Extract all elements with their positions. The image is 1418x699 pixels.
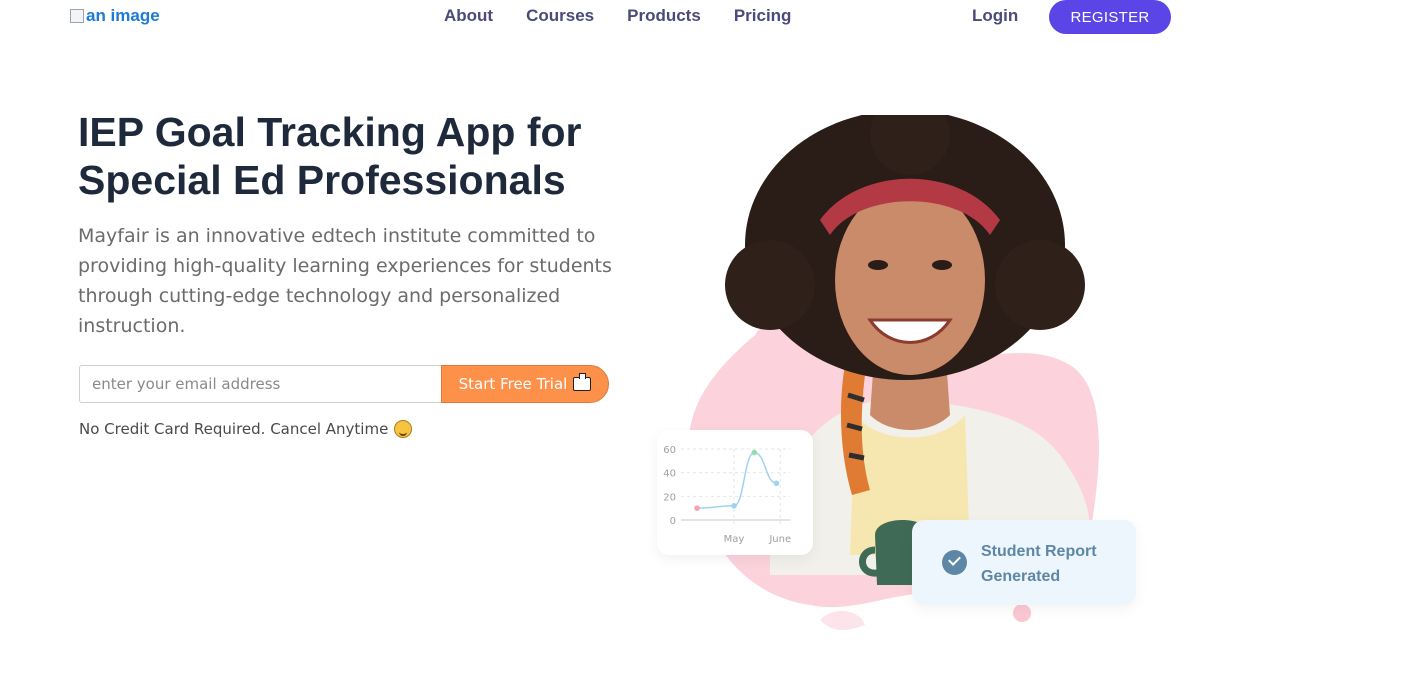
register-button[interactable]: REGISTER <box>1049 0 1171 34</box>
praise-emoji-icon <box>394 420 413 438</box>
data-point <box>773 480 780 487</box>
email-input[interactable] <box>79 365 443 403</box>
hero-title: IEP Goal Tracking App for Special Ed Pro… <box>78 109 582 203</box>
x-tick-label: June <box>768 534 791 545</box>
report-card-text: Student Report Generated <box>981 543 1097 585</box>
y-tick-label: 0 <box>670 516 676 527</box>
logo[interactable]: an image <box>70 6 160 26</box>
right-eye <box>932 260 952 270</box>
data-point <box>751 449 758 456</box>
data-point <box>694 505 700 511</box>
note-text: No Credit Card Required. Cancel Anytime <box>79 420 389 438</box>
y-tick-label: 40 <box>663 469 676 480</box>
briefcase-icon <box>573 373 592 391</box>
face <box>835 185 985 375</box>
nav-link-about[interactable]: About <box>444 6 493 26</box>
line-chart: 60 40 20 0 May June <box>663 445 791 545</box>
y-tick-label: 20 <box>663 492 676 503</box>
student-report-card: Student Report Generated <box>912 520 1136 605</box>
y-tick-label: 60 <box>663 445 676 456</box>
check-circle-icon <box>942 550 967 575</box>
main-nav: About Courses Products Pricing <box>444 6 791 26</box>
no-credit-card-note: No Credit Card Required. Cancel Anytime <box>79 420 413 438</box>
logo-alt-text: an image <box>86 6 160 25</box>
left-eye <box>868 260 888 270</box>
hair-curl-1 <box>725 240 815 330</box>
hair-curl-2 <box>995 240 1085 330</box>
nav-link-pricing[interactable]: Pricing <box>734 6 792 26</box>
nav-link-courses[interactable]: Courses <box>526 6 594 26</box>
chart-card: 60 40 20 0 May June <box>657 430 813 555</box>
pink-dot <box>1013 604 1031 622</box>
start-free-trial-button[interactable]: Start Free Trial <box>441 365 609 403</box>
login-link[interactable]: Login <box>972 6 1018 26</box>
start-free-trial-label: Start Free Trial <box>458 375 568 393</box>
nav-link-products[interactable]: Products <box>627 6 701 26</box>
x-tick-label: May <box>724 534 745 545</box>
broken-image-icon <box>70 9 84 23</box>
series-line <box>696 451 777 509</box>
pink-splash <box>820 610 865 630</box>
data-point <box>731 503 737 509</box>
hero-subtitle: Mayfair is an innovative edtech institut… <box>78 225 612 337</box>
